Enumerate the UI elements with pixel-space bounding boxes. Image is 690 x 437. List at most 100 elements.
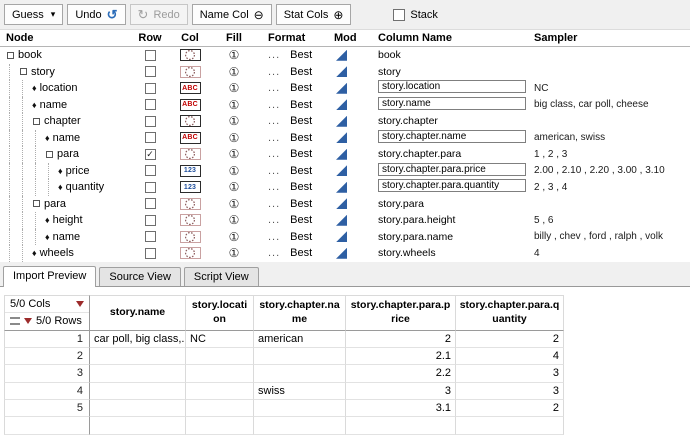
stat-cols-button[interactable]: Stat Cols ⊕: [276, 4, 352, 25]
preview-cell[interactable]: [346, 417, 456, 434]
preview-cell[interactable]: car poll, big class,...: [90, 331, 186, 348]
preview-cell[interactable]: [90, 365, 186, 382]
preview-cell[interactable]: [254, 348, 346, 365]
modeling-type-icon[interactable]: [336, 198, 347, 209]
format-value[interactable]: Best: [290, 115, 312, 127]
preview-cell[interactable]: swiss: [254, 383, 346, 400]
fill-one-icon[interactable]: ①: [229, 131, 240, 145]
row-checkbox[interactable]: [145, 83, 156, 94]
preview-row-number[interactable]: 1: [4, 331, 90, 348]
character-type-icon[interactable]: ABC: [180, 82, 201, 94]
format-value[interactable]: Best: [290, 66, 312, 78]
fill-one-icon[interactable]: ①: [229, 65, 240, 79]
fill-one-icon[interactable]: ①: [229, 213, 240, 227]
format-value[interactable]: Best: [290, 214, 312, 226]
modeling-type-icon[interactable]: [336, 99, 347, 110]
preview-cell[interactable]: [254, 365, 346, 382]
clock-type-icon[interactable]: [180, 115, 201, 127]
clock-type-icon[interactable]: [180, 66, 201, 78]
cols-menu-triangle-icon[interactable]: [76, 301, 84, 307]
preview-row-number[interactable]: [4, 417, 90, 434]
format-value[interactable]: Best: [290, 198, 312, 210]
preview-cell[interactable]: 3: [456, 365, 564, 382]
undo-button[interactable]: Undo ↺: [67, 4, 125, 25]
fill-one-icon[interactable]: ①: [229, 197, 240, 211]
modeling-type-icon[interactable]: [336, 149, 347, 160]
fill-one-icon[interactable]: ①: [229, 180, 240, 194]
modeling-type-icon[interactable]: [336, 50, 347, 61]
modeling-type-icon[interactable]: [336, 182, 347, 193]
branch-toggle-icon[interactable]: [33, 200, 40, 207]
format-more-button[interactable]: ...: [268, 148, 280, 160]
row-checkbox[interactable]: [145, 50, 156, 61]
numeric-type-icon[interactable]: 123: [180, 165, 201, 177]
row-checkbox[interactable]: [145, 231, 156, 242]
modeling-type-icon[interactable]: [336, 132, 347, 143]
fill-one-icon[interactable]: ①: [229, 147, 240, 161]
format-more-button[interactable]: ...: [268, 66, 280, 78]
modeling-type-icon[interactable]: [336, 66, 347, 77]
row-checkbox[interactable]: [145, 198, 156, 209]
column-name-field[interactable]: story.chapter.name: [378, 130, 526, 143]
format-more-button[interactable]: ...: [268, 198, 280, 210]
fill-one-icon[interactable]: ①: [229, 164, 240, 178]
tab-script-view[interactable]: Script View: [184, 267, 259, 286]
format-value[interactable]: Best: [290, 49, 312, 61]
preview-cell[interactable]: 2: [346, 331, 456, 348]
format-value[interactable]: Best: [290, 165, 312, 177]
character-type-icon[interactable]: ABC: [180, 132, 201, 144]
row-checkbox[interactable]: [145, 248, 156, 259]
format-value[interactable]: Best: [290, 132, 312, 144]
preview-col-header[interactable]: story.location: [186, 295, 254, 331]
clock-type-icon[interactable]: [180, 49, 201, 61]
modeling-type-icon[interactable]: [336, 248, 347, 259]
format-more-button[interactable]: ...: [268, 82, 280, 94]
format-more-button[interactable]: ...: [268, 181, 280, 193]
rows-menu-triangle-icon[interactable]: [24, 318, 32, 324]
name-col-button[interactable]: Name Col ⊖: [192, 4, 272, 25]
format-more-button[interactable]: ...: [268, 99, 280, 111]
format-value[interactable]: Best: [290, 148, 312, 160]
table-corner[interactable]: 5/0 Cols 5/0 Rows: [4, 295, 90, 331]
preview-row-number[interactable]: 3: [4, 365, 90, 382]
preview-cell[interactable]: 3: [346, 383, 456, 400]
row-checkbox[interactable]: ✓: [145, 149, 156, 160]
format-value[interactable]: Best: [290, 181, 312, 193]
preview-cell[interactable]: [90, 417, 186, 434]
modeling-type-icon[interactable]: [336, 215, 347, 226]
modeling-type-icon[interactable]: [336, 231, 347, 242]
stack-checkbox[interactable]: [393, 9, 405, 21]
clock-type-icon[interactable]: [180, 231, 201, 243]
numeric-type-icon[interactable]: 123: [180, 181, 201, 193]
format-value[interactable]: Best: [290, 231, 312, 243]
preview-cell[interactable]: [186, 365, 254, 382]
row-checkbox[interactable]: [145, 116, 156, 127]
preview-col-header[interactable]: story.name: [90, 295, 186, 331]
preview-cell[interactable]: 2: [456, 331, 564, 348]
fill-one-icon[interactable]: ①: [229, 48, 240, 62]
fill-one-icon[interactable]: ①: [229, 246, 240, 260]
format-more-button[interactable]: ...: [268, 115, 280, 127]
column-name-field[interactable]: story.location: [378, 80, 526, 93]
format-more-button[interactable]: ...: [268, 247, 280, 259]
column-name-field[interactable]: story.name: [378, 97, 526, 110]
branch-toggle-icon[interactable]: [20, 68, 27, 75]
format-value[interactable]: Best: [290, 99, 312, 111]
fill-one-icon[interactable]: ①: [229, 98, 240, 112]
row-checkbox[interactable]: [145, 165, 156, 176]
format-more-button[interactable]: ...: [268, 214, 280, 226]
clock-type-icon[interactable]: [180, 148, 201, 160]
preview-cell[interactable]: american: [254, 331, 346, 348]
preview-cell[interactable]: 3: [456, 383, 564, 400]
fill-one-icon[interactable]: ①: [229, 114, 240, 128]
preview-cell[interactable]: [254, 400, 346, 417]
modeling-type-icon[interactable]: [336, 83, 347, 94]
row-checkbox[interactable]: [145, 182, 156, 193]
preview-cell[interactable]: 2: [456, 400, 564, 417]
preview-cell[interactable]: 3.1: [346, 400, 456, 417]
character-type-icon[interactable]: ABC: [180, 99, 201, 111]
preview-cell[interactable]: [186, 400, 254, 417]
column-name-field[interactable]: story.chapter.para.quantity: [378, 179, 526, 192]
tab-import-preview[interactable]: Import Preview: [3, 266, 96, 287]
branch-toggle-icon[interactable]: [33, 118, 40, 125]
